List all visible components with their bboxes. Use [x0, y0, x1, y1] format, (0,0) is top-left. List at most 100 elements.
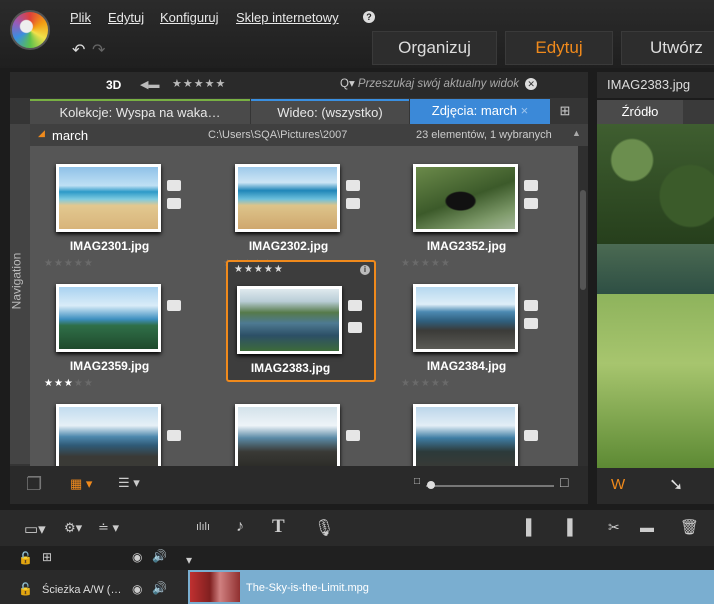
tag-icon[interactable]: [348, 322, 362, 333]
rating-filter-icon[interactable]: ★★★★★: [172, 77, 226, 90]
folder-header: ◢ march C:\Users\SQA\Pictures\2007 23 el…: [30, 124, 588, 146]
app-logo[interactable]: [10, 10, 50, 50]
menu-edit[interactable]: Edytuj: [108, 10, 144, 25]
undo-icon[interactable]: ↶: [72, 40, 85, 60]
info-icon[interactable]: i: [360, 265, 370, 275]
zoom-slider-handle[interactable]: [427, 481, 435, 489]
music-icon[interactable]: ♪: [236, 518, 244, 536]
tag-icon[interactable]: [524, 318, 538, 329]
tab-video[interactable]: Wideo: (wszystko): [251, 99, 409, 124]
playhead-icon[interactable]: ▾: [186, 553, 192, 567]
track-lock-icon[interactable]: 🔓: [18, 582, 33, 596]
folder-icon[interactable]: [167, 430, 181, 441]
tab-source[interactable]: Źródło: [597, 100, 683, 124]
rating-stars[interactable]: ★★★★★: [44, 258, 94, 269]
folder-icon[interactable]: [348, 300, 362, 311]
grid-view-icon[interactable]: ▦ ▾: [70, 476, 92, 492]
media-item[interactable]: [47, 390, 197, 466]
collapse-icon[interactable]: ◢: [38, 128, 45, 139]
clear-search-icon[interactable]: ✕: [525, 78, 538, 90]
lock-icon[interactable]: 🔓: [18, 551, 33, 565]
folder-icon[interactable]: [167, 300, 181, 311]
menu-file[interactable]: Plik: [70, 10, 91, 25]
track-view-icon[interactable]: ⊞: [42, 550, 52, 564]
zoom-large-icon[interactable]: □: [560, 474, 568, 490]
navigation-sidebar[interactable]: Navigation: [9, 124, 30, 464]
clip-icon[interactable]: ▬: [640, 519, 654, 535]
menu-online-store[interactable]: Sklep internetowy: [236, 10, 339, 25]
list-view-icon[interactable]: ☰ ▾: [118, 475, 140, 491]
stack-icon[interactable]: ❐: [26, 474, 42, 495]
microphone-icon[interactable]: 🎙: [314, 518, 334, 538]
track-audio-icon[interactable]: 🔊: [152, 581, 167, 595]
search-input[interactable]: Przeszukaj swój aktualny widok: [358, 78, 519, 90]
view-toggle-icon[interactable]: ◀▬: [140, 78, 159, 91]
razor-icon[interactable]: ✂: [608, 519, 620, 536]
thumbnail[interactable]: [56, 404, 161, 466]
thumbnail[interactable]: [237, 286, 342, 354]
thumbnail[interactable]: [413, 164, 518, 232]
tab-collections[interactable]: Kolekcje: Wyspa na waka…: [30, 99, 250, 124]
thumbnail[interactable]: [413, 404, 518, 466]
media-item[interactable]: IMAG2301.jpg ★★★★★: [44, 150, 197, 272]
scroll-up-icon[interactable]: ▲: [572, 128, 581, 138]
w-icon[interactable]: W: [611, 476, 625, 493]
visibility-icon[interactable]: ◉: [132, 550, 142, 564]
settings-icon[interactable]: ⚙▾: [64, 520, 82, 536]
media-item[interactable]: IMAG2359.jpg ★★★★★: [44, 270, 197, 392]
rating-stars[interactable]: ★★★★★: [234, 264, 284, 275]
add-tab-icon[interactable]: ⊞: [552, 99, 578, 124]
clip-thumbnail: [190, 572, 240, 602]
thumbnail[interactable]: [235, 404, 340, 466]
track-visibility-icon[interactable]: ◉: [132, 582, 142, 596]
trash-icon[interactable]: 🗑: [680, 518, 699, 536]
media-item[interactable]: IMAG2302.jpg ★★★★★: [223, 150, 376, 272]
rating-stars[interactable]: ★★★★★: [44, 378, 94, 389]
tag-icon[interactable]: [167, 198, 181, 209]
file-name: IMAG2302.jpg: [248, 239, 329, 253]
3d-toggle[interactable]: 3D: [106, 78, 121, 92]
tab-edit[interactable]: Edytuj: [505, 31, 613, 65]
folder-icon[interactable]: [346, 180, 360, 191]
folder-icon[interactable]: [524, 300, 538, 311]
media-item[interactable]: IMAG2384.jpg ★★★★★: [401, 270, 554, 392]
menu-configure[interactable]: Konfiguruj: [160, 10, 219, 25]
tab-create[interactable]: Utwórz: [621, 31, 714, 65]
rating-stars[interactable]: ★★★★★: [401, 258, 451, 269]
scroll-thumb[interactable]: [580, 190, 586, 290]
preview-tabs: Źródło: [597, 100, 714, 124]
thumbnail[interactable]: [235, 164, 340, 232]
zoom-slider[interactable]: [426, 485, 554, 487]
thumbnail[interactable]: [56, 284, 161, 352]
media-item-selected[interactable]: ★★★★★ i IMAG2383.jpg: [226, 260, 376, 382]
marker-out-icon[interactable]: ▐: [562, 519, 573, 536]
media-item[interactable]: [226, 390, 376, 466]
folder-icon[interactable]: [346, 430, 360, 441]
tab-photos[interactable]: Zdjęcia: march ×: [410, 99, 550, 124]
marker-in-icon[interactable]: ▌: [526, 519, 537, 536]
tab-organize[interactable]: Organizuj: [372, 31, 497, 65]
folder-icon[interactable]: [524, 180, 538, 191]
library-bottom-bar: ❐ ▦ ▾ ☰ ▾ □ □: [10, 466, 588, 504]
audio-levels-icon[interactable]: ılılı: [196, 521, 210, 533]
folder-icon[interactable]: [167, 180, 181, 191]
rating-stars[interactable]: ★★★★★: [401, 378, 451, 389]
media-item[interactable]: IMAG2352.jpg ★★★★★: [401, 150, 554, 272]
zoom-small-icon[interactable]: □: [414, 476, 420, 487]
tag-icon[interactable]: [524, 198, 538, 209]
folder-icon[interactable]: [524, 430, 538, 441]
title-icon[interactable]: T: [272, 516, 285, 538]
library-scrollbar[interactable]: [578, 146, 588, 466]
thumbnail[interactable]: [56, 164, 161, 232]
close-tab-icon[interactable]: ×: [521, 103, 529, 118]
tag-icon[interactable]: [346, 198, 360, 209]
storyboard-icon[interactable]: ▭▾: [24, 520, 46, 538]
send-arrow-icon[interactable]: ➘: [669, 475, 683, 495]
help-icon[interactable]: ?: [363, 11, 375, 23]
media-item[interactable]: [404, 390, 554, 466]
file-name: IMAG2384.jpg: [426, 359, 507, 373]
search-field[interactable]: Q▾ Przeszukaj swój aktualny widok ✕: [340, 76, 580, 94]
thumbnail[interactable]: [413, 284, 518, 352]
audio-icon[interactable]: 🔊: [152, 549, 167, 563]
snap-icon[interactable]: ≐ ▾: [98, 520, 119, 536]
